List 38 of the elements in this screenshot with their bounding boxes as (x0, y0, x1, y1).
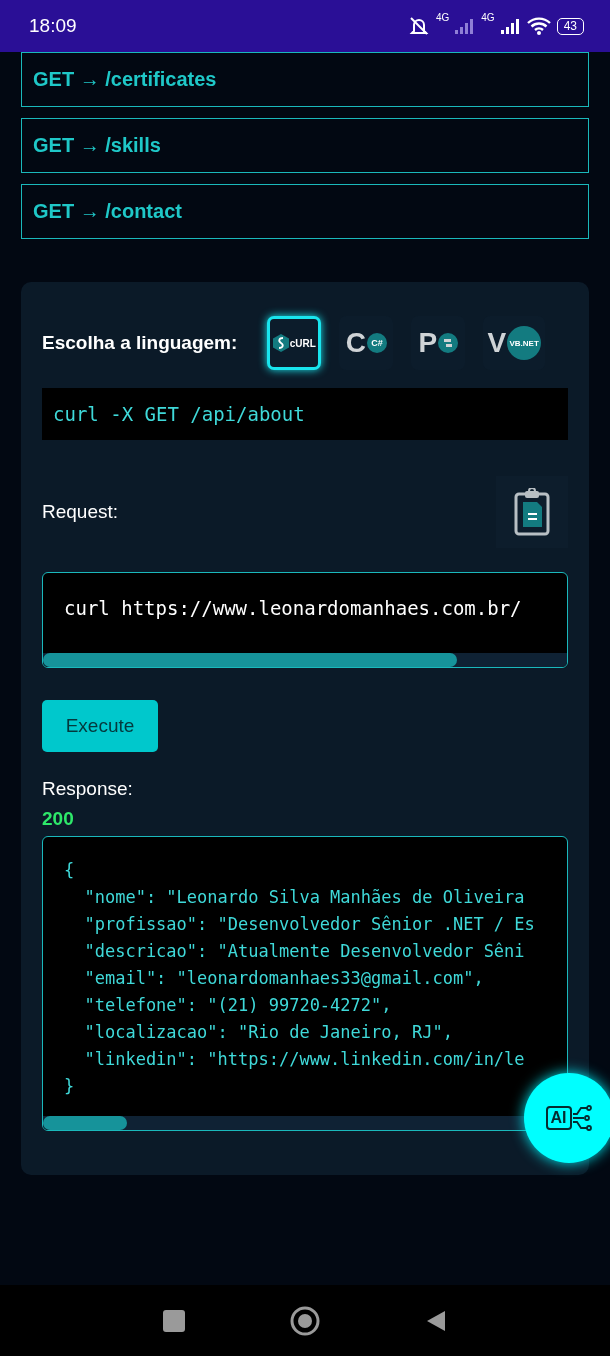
ai-chat-button[interactable]: AI (524, 1073, 610, 1163)
snake-icon (438, 333, 459, 353)
status-code: 200 (42, 808, 75, 830)
json-line: "telefone": "(21) 99720-4272", (83, 994, 393, 1017)
endpoint-item[interactable]: GET → /contact (21, 184, 589, 239)
wifi-icon (526, 17, 551, 35)
network-label: 4G (435, 12, 450, 23)
json-line: "linkedin": "https://www.linkedin.com/in/le (83, 1048, 526, 1071)
signal-icon (455, 18, 476, 34)
endpoint-item[interactable]: GET → /skills (21, 118, 589, 173)
curl-logo-icon (272, 334, 289, 352)
status-time: 18:09 (29, 15, 77, 37)
signal-icon (500, 18, 521, 34)
back-icon[interactable] (425, 1308, 448, 1333)
json-line: "nome": "Leonardo Silva Manhães de Oliveira (83, 886, 526, 909)
language-label: Escolha a linguagem: (42, 332, 238, 354)
scrollbar-thumb[interactable] (43, 1116, 127, 1130)
battery-indicator: 43 (556, 17, 584, 35)
curl-language-button[interactable]: cURL (267, 316, 322, 370)
circuit-icon (572, 1105, 593, 1131)
copy-button[interactable] (496, 476, 568, 548)
json-line: } (64, 1075, 76, 1098)
square-icon[interactable] (162, 1309, 185, 1332)
json-line: "profissao": "Desenvolvedor Sênior .NET / Es (83, 913, 536, 936)
home-icon[interactable] (290, 1305, 320, 1336)
json-line: "localizacao": "Rio de Janeiro, RJ", (83, 1021, 454, 1044)
response-label: Response: (42, 778, 134, 800)
endpoint-item[interactable]: GET → /certificates (21, 52, 589, 107)
json-line: "email": "leonardomanhaes33@gmail.com", (83, 967, 485, 990)
request-text: curl https://www.leonardomanhaes.com.br/ (63, 596, 523, 621)
json-line: "descricao": "Atualmente Desenvolvedor Sêni (83, 940, 526, 963)
muted-bell-icon (407, 16, 430, 36)
network-label: 4G (481, 12, 495, 23)
clipboard-icon (514, 488, 550, 536)
request-label: Request: (42, 501, 119, 523)
json-line: { (64, 859, 76, 882)
execute-button[interactable]: Execute (42, 700, 158, 752)
scrollbar-thumb[interactable] (43, 653, 457, 667)
